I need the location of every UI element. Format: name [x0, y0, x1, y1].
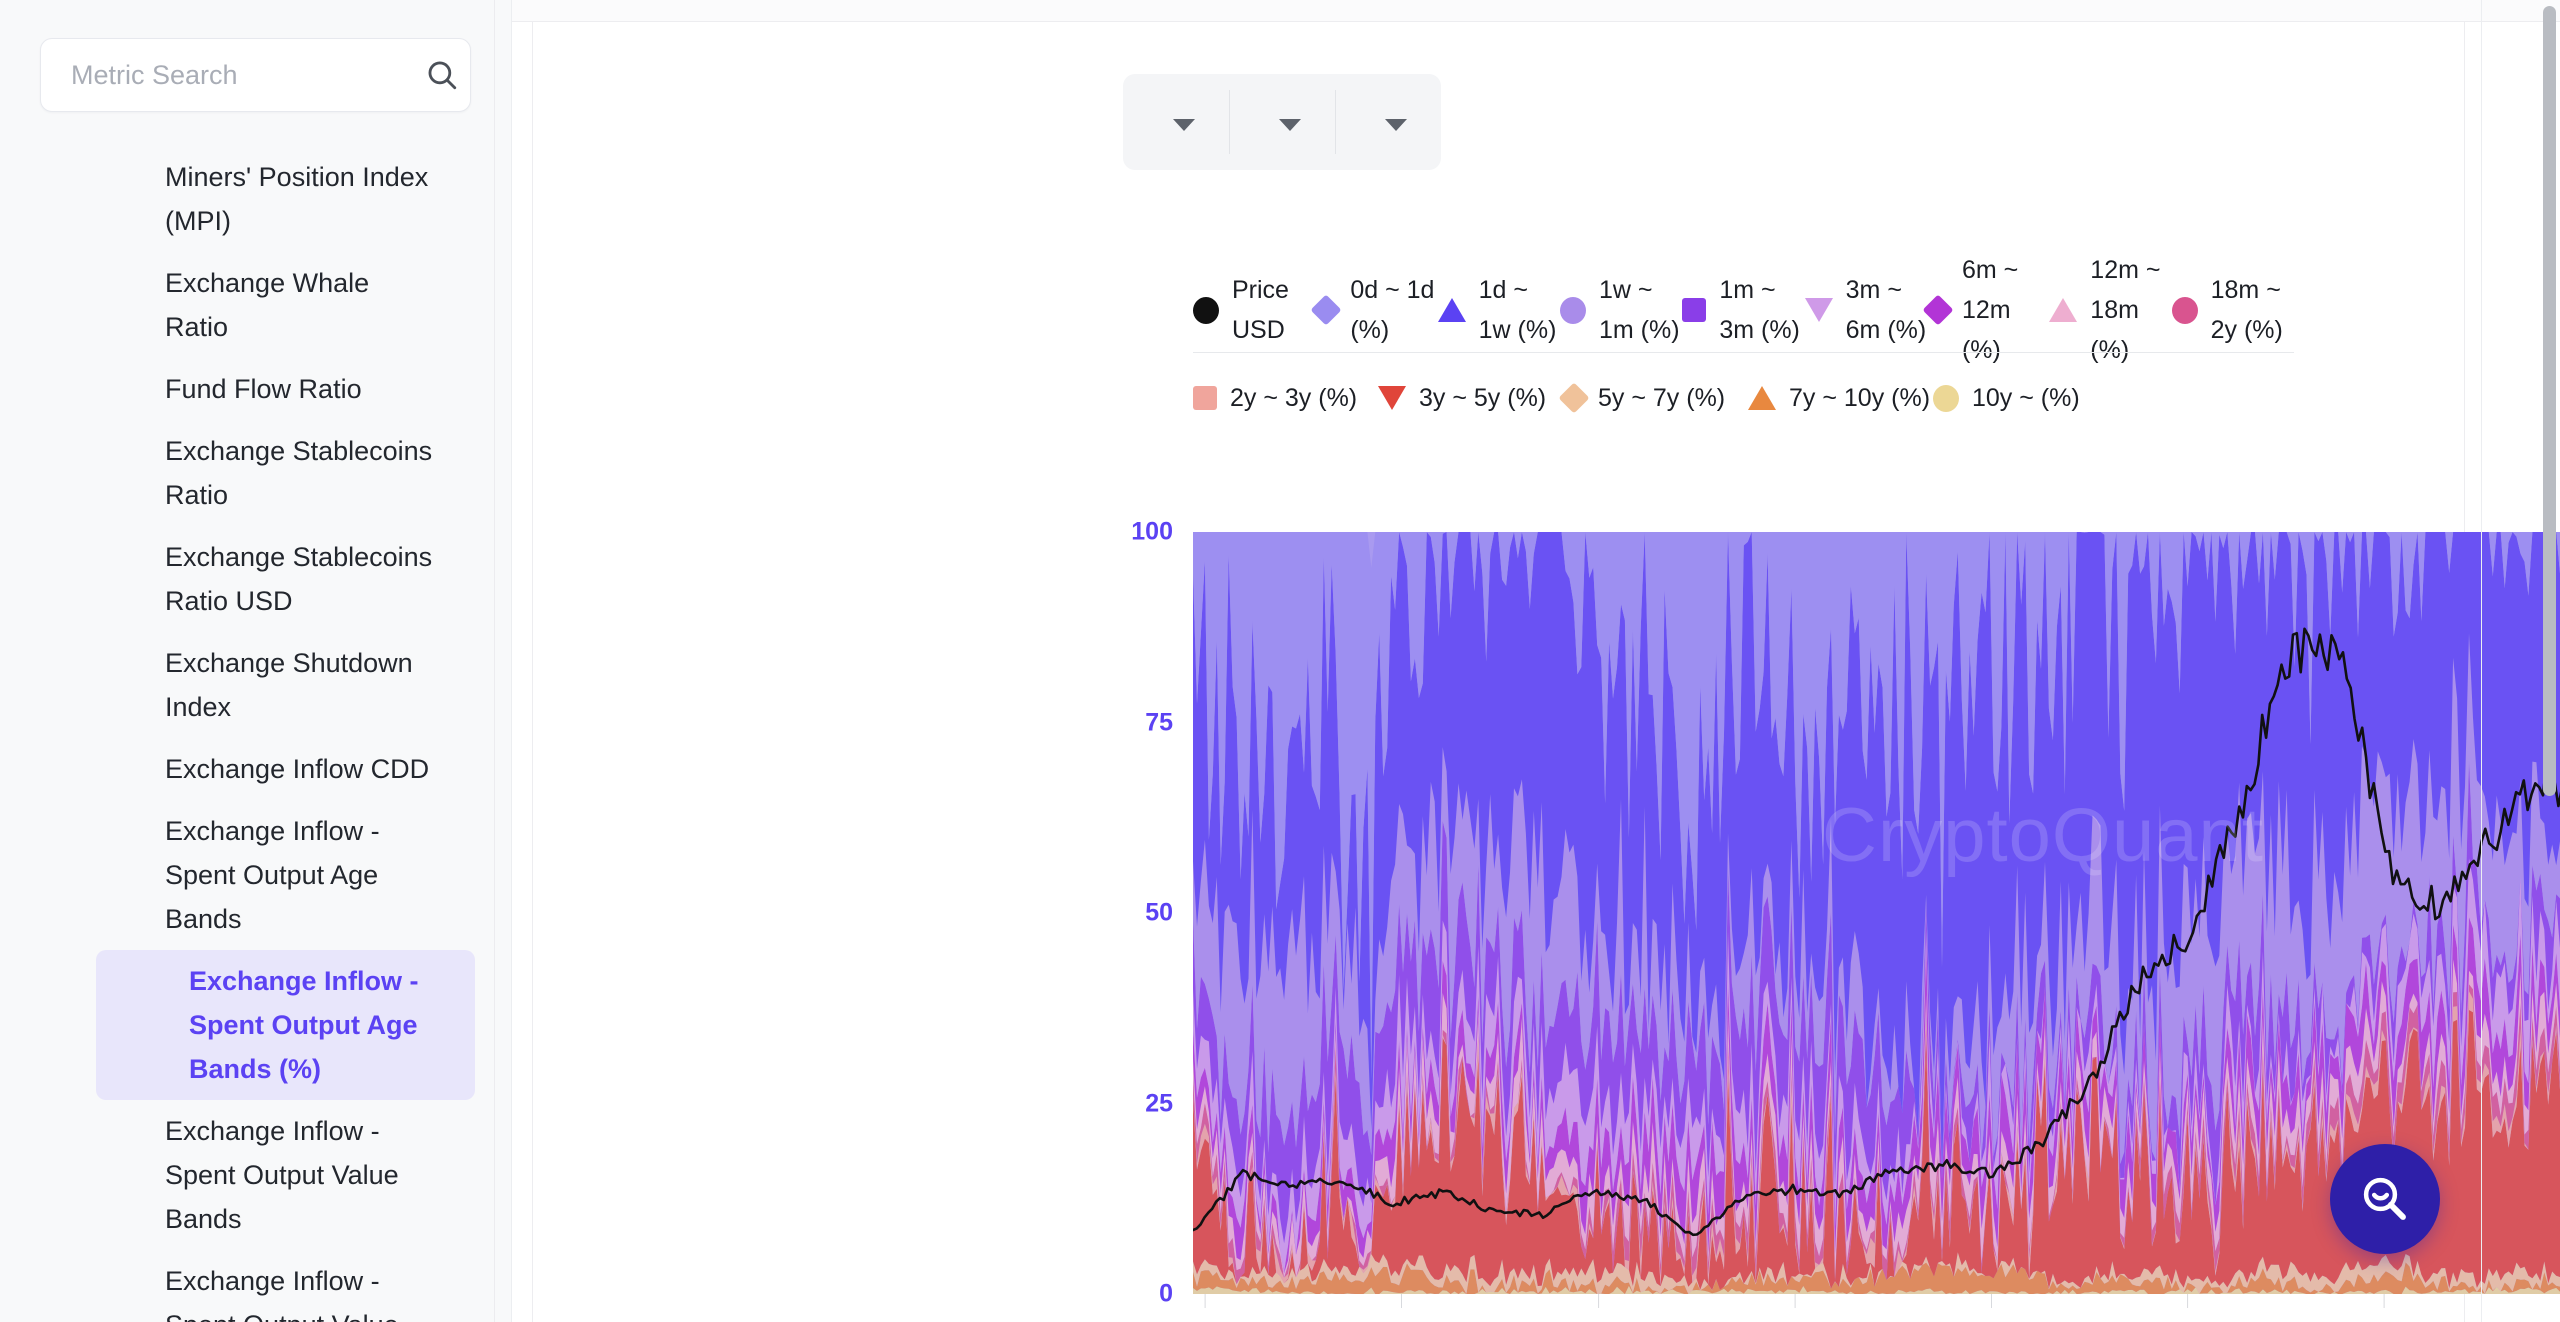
chart-card: Price USD 0d ~ 1d (%) 1d ~ 1w (%) 1w ~ 1m (… [532, 22, 2560, 1322]
search-icon[interactable] [425, 58, 459, 92]
x-axis-tick: May '21 [2340, 1294, 2427, 1322]
metric-item[interactable]: Exchange Inflow - Spent Output Age Bands [36, 800, 475, 950]
circle-marker-icon [1193, 296, 1219, 324]
chevron-down-icon[interactable] [1279, 118, 1301, 131]
legend-label: 7y ~ 10y (%) [1789, 384, 1931, 412]
legend-divider [1193, 352, 2294, 353]
square-marker-icon [1193, 386, 1217, 410]
legend-row: 2y ~ 3y (%) 3y ~ 5y (%) 5y ~ 7y (%) 7y ~ 10… [1193, 378, 2294, 418]
top-toolbar-stub [512, 0, 2560, 48]
circle-marker-icon [1933, 384, 1959, 412]
legend-label: 3y ~ 5y (%) [1419, 384, 1547, 412]
x-axis-tick: Jan '21 [2147, 1294, 2227, 1322]
metric-item[interactable]: Exchange Shutdown Index [36, 632, 475, 738]
tri-down-marker-icon [1804, 298, 1833, 322]
toolbar-control-resolution[interactable] [1229, 74, 1335, 170]
metric-search-box[interactable] [40, 38, 471, 112]
y-axis-left-tick: 25 [1145, 1089, 1173, 1117]
x-axis-tick: May '20 [1751, 1294, 1838, 1322]
y-axis-left-tick: 100 [1131, 517, 1173, 546]
metric-item[interactable]: Fund Flow Ratio [36, 358, 475, 420]
chart-toolbar [1123, 74, 1441, 170]
search-input[interactable] [71, 59, 425, 91]
metric-item[interactable]: Exchange Inflow - Spent Output Value Ban… [36, 1100, 475, 1250]
square-marker-icon [1682, 298, 1707, 322]
y-axis-left-tick: 50 [1145, 898, 1173, 927]
legend-label: 10y ~ (%) [1972, 384, 2080, 412]
legend-label: 1d ~ 1w (%) [1478, 276, 1557, 344]
toolbar-control-scale[interactable] [1335, 74, 1441, 170]
legend-item[interactable]: 7y ~ 10y (%) [1748, 378, 1933, 418]
metric-sidebar: Miners' Position Index (MPI)Exchange Wha… [0, 0, 512, 1322]
chart-legend: Price USD 0d ~ 1d (%) 1d ~ 1w (%) 1w ~ 1m (… [1193, 250, 2294, 418]
main-right-divider [2481, 0, 2482, 1322]
metric-item[interactable]: Miners' Position Index (MPI) [36, 146, 475, 252]
metric-item-selected[interactable]: Exchange Inflow - Spent Output Age Bands… [96, 950, 475, 1100]
circle-marker-icon [1559, 296, 1586, 324]
legend-label: 3m ~ 6m (%) [1845, 276, 1927, 344]
metric-item[interactable]: Exchange Whale Ratio [36, 252, 475, 358]
legend-label: 2y ~ 3y (%) [1230, 384, 1358, 412]
chevron-down-icon[interactable] [1385, 118, 1407, 131]
help-search-button[interactable] [2330, 1144, 2440, 1254]
legend-label: Price USD [1232, 276, 1289, 344]
app-root: Miners' Position Index (MPI)Exchange Wha… [0, 0, 2560, 1322]
legend-item[interactable]: 3y ~ 5y (%) [1378, 378, 1563, 418]
diamond-marker-icon [1558, 382, 1590, 414]
x-axis-tick: Sep '19 [1359, 1294, 1443, 1322]
legend-label: 18m ~ 2y (%) [2210, 276, 2283, 344]
legend-label: 1w ~ 1m (%) [1598, 276, 1680, 344]
toolbar-value-row[interactable] [1369, 118, 1407, 131]
x-axis-tick: Sep '20 [1949, 1294, 2033, 1322]
circle-marker-icon [2171, 296, 2198, 324]
y-axis-left-tick: 75 [1145, 708, 1173, 736]
sidebar-divider-inner [494, 0, 495, 1322]
tri-up-marker-icon [1437, 298, 1466, 322]
legend-item[interactable]: 10y ~ (%) [1933, 378, 2118, 418]
tri-up-marker-icon [1748, 386, 1776, 410]
tri-up-marker-icon [2049, 298, 2078, 322]
metric-list: Miners' Position Index (MPI) Exchange Wha… [0, 146, 511, 1322]
toolbar-control-exchange[interactable] [1123, 74, 1229, 170]
main-panel: Price USD 0d ~ 1d (%) 1d ~ 1w (%) 1w ~ 1m (… [512, 0, 2560, 1322]
legend-item[interactable]: 2y ~ 3y (%) [1193, 378, 1378, 418]
tri-down-marker-icon [1378, 386, 1406, 410]
toolbar-value-row[interactable] [1157, 118, 1195, 131]
legend-rows: Price USD 0d ~ 1d (%) 1d ~ 1w (%) 1w ~ 1m (… [1193, 250, 2294, 418]
metric-item[interactable]: Exchange Stablecoins Ratio [36, 420, 475, 526]
metric-item[interactable]: Exchange Stablecoins Ratio USD [36, 526, 475, 632]
page-scrollbar[interactable] [2543, 6, 2556, 1316]
metric-item[interactable]: Exchange Inflow - Spent Output Value Ban… [36, 1250, 475, 1322]
x-axis-tick: Jan '20 [1558, 1294, 1638, 1322]
legend-label: 1m ~ 3m (%) [1719, 276, 1800, 344]
x-axis-tick: May '19 [1162, 1294, 1248, 1322]
toolbar-value-row[interactable] [1263, 118, 1301, 131]
chevron-down-icon[interactable] [1173, 118, 1195, 131]
page-scrollbar-thumb[interactable] [2543, 6, 2556, 796]
diamond-marker-icon [1310, 294, 1342, 326]
magnifier-smile-icon [2363, 1177, 2406, 1220]
legend-label: 0d ~ 1d (%) [1350, 276, 1435, 344]
diamond-marker-icon [1922, 294, 1954, 326]
metric-item[interactable]: Exchange Inflow CDD [36, 738, 475, 800]
y-axis-left-tick: 0 [1159, 1279, 1173, 1308]
legend-label: 5y ~ 7y (%) [1598, 384, 1726, 412]
search-container [0, 0, 511, 112]
legend-item[interactable]: 5y ~ 7y (%) [1558, 378, 1748, 418]
